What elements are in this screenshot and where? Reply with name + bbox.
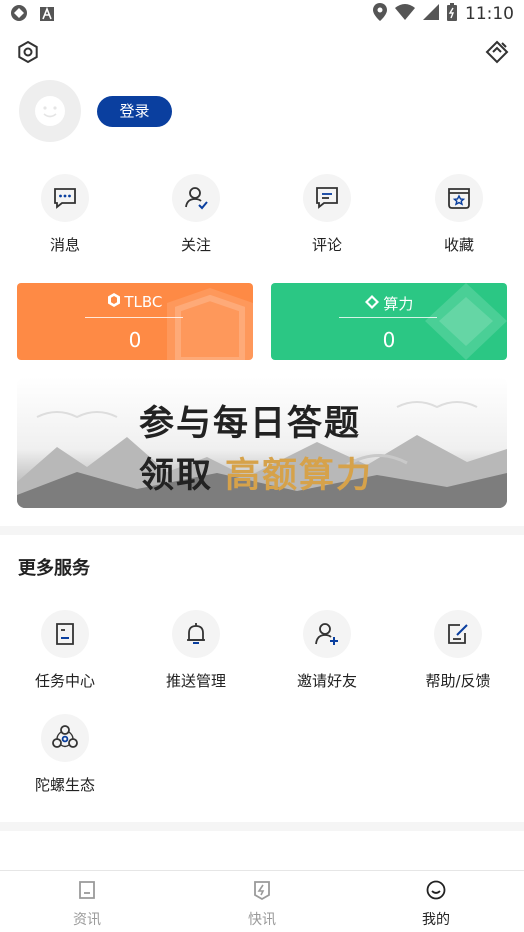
tlbc-card[interactable]: TLBC 0 [17,283,253,360]
banner-subline-prefix: 领取 [139,455,214,496]
status-bar: 11:10 [0,0,524,28]
power-title-row: 算力 [271,293,507,314]
wifi-icon [395,4,415,24]
tab-me[interactable]: 我的 [386,879,486,929]
service-invite-friends[interactable]: 邀请好友 [272,610,382,691]
section-divider [0,822,524,831]
skin-theme-icon[interactable] [485,40,509,64]
quick-action-follow[interactable]: 关注 [151,174,241,255]
quick-action-label: 收藏 [443,236,474,254]
comment-icon [303,174,351,222]
me-icon [426,880,446,900]
tlbc-title-row: TLBC [17,293,253,311]
quick-action-messages[interactable]: 消息 [20,174,110,255]
tlbc-value: 0 [128,328,142,352]
feedback-icon [434,610,482,658]
banner-headline: 参与每日答题 [139,403,362,444]
task-icon [41,610,89,658]
flash-news-icon [254,881,270,901]
banner-subline-highlight: 高额算力 [225,455,374,496]
more-services-title: 更多服务 [18,558,90,579]
ecosystem-icon [41,714,89,762]
service-label: 邀请好友 [296,672,357,690]
news-icon [79,881,95,899]
quick-action-favorites[interactable]: 收藏 [414,174,504,255]
card-divider [339,317,437,318]
follow-user-icon [172,174,220,222]
quick-action-label: 评论 [311,236,342,254]
quick-action-comments[interactable]: 评论 [282,174,372,255]
signal-icon [423,4,439,24]
service-label: 推送管理 [165,672,226,690]
tab-label: 我的 [422,912,450,928]
quick-action-label: 关注 [180,236,211,254]
daily-quiz-banner[interactable]: 参与每日答题 领取 高额算力 [17,377,507,508]
status-time: 11:10 [465,4,514,24]
quick-action-label: 消息 [49,236,80,254]
service-ecosystem[interactable]: 陀螺生态 [10,714,120,795]
computing-power-card[interactable]: 算力 0 [271,283,507,360]
invite-friend-icon [303,610,351,658]
tlbc-coin-icon [107,293,125,311]
service-task-center[interactable]: 任务中心 [10,610,120,691]
power-value: 0 [382,328,396,352]
tab-label: 资讯 [73,912,101,928]
settings-icon[interactable] [16,40,40,64]
service-push-management[interactable]: 推送管理 [141,610,251,691]
battery-icon [447,3,457,25]
service-label: 陀螺生态 [34,776,95,794]
favorite-box-icon [435,174,483,222]
service-label: 帮助/反馈 [425,672,491,690]
tab-flash-news[interactable]: 快讯 [212,879,312,929]
avatar[interactable] [19,80,81,142]
avatar-face-icon [35,96,65,126]
tab-label: 快讯 [248,912,276,928]
location-icon [373,3,387,25]
login-button[interactable]: 登录 [97,96,172,127]
bell-icon [172,610,220,658]
app-notification-icon [40,6,54,25]
quick-actions: 消息 关注 评论 收藏 [0,174,524,254]
power-diamond-icon [364,295,384,313]
section-divider [0,526,524,535]
service-help-feedback[interactable]: 帮助/反馈 [403,610,513,691]
tlbc-title: TLBC [124,293,163,311]
sync-icon [10,4,28,26]
service-label: 任务中心 [34,672,95,690]
card-divider [85,317,183,318]
tab-news[interactable]: 资讯 [37,879,137,929]
message-icon [41,174,89,222]
bottom-tab-bar: 资讯 快讯 我的 [0,870,524,932]
power-title: 算力 [383,295,414,313]
